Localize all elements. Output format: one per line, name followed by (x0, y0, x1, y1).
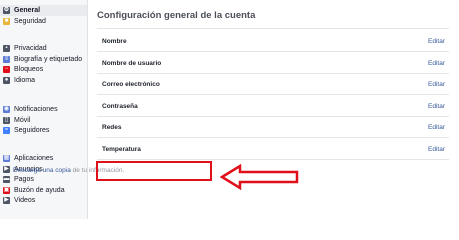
help-inbox-icon: ▣ (3, 186, 10, 194)
gear-icon: ⚙ (3, 7, 10, 14)
sidebar-item-general[interactable]: ⚙ General (0, 5, 87, 16)
sidebar-item-pagos[interactable]: ▬ Pagos (3, 174, 34, 185)
payments-icon: ▬ (3, 176, 10, 183)
sidebar-item-label: Buzón de ayuda (14, 186, 65, 194)
download-copy-link[interactable]: Descarga una copia (13, 167, 71, 174)
sidebar-item-label: Biografía y etiquetado (14, 55, 83, 63)
edit-link[interactable]: Editar (428, 38, 445, 45)
settings-row-label: Redes (102, 124, 122, 131)
arrow-annotation (220, 164, 299, 190)
settings-row: Contraseña Editar (97, 95, 449, 117)
language-icon: ● (3, 76, 10, 84)
rss-icon: ≈ (3, 127, 10, 134)
mobile-icon: ▯ (3, 116, 10, 124)
settings-row: Redes Editar (97, 116, 449, 138)
settings-sidebar: ⚙ General ■ Seguridad ▪ Privacidad ≡ Biografía … (0, 0, 88, 219)
title-divider (97, 28, 449, 29)
settings-row-label: Nombre de usuario (102, 59, 162, 67)
edit-link[interactable]: Editar (428, 81, 445, 88)
settings-row-label: Temperatura (102, 145, 141, 153)
sidebar-item-label: Privacidad (14, 45, 47, 52)
settings-row-label: Contraseña (102, 102, 138, 110)
sidebar-item-label: Aplicaciones (14, 155, 54, 162)
settings-row: Nombre de usuario Editar (97, 52, 449, 74)
timeline-icon: ≡ (3, 55, 10, 63)
sidebar-item-label: Notificaciones (14, 106, 58, 113)
sidebar-item-biografía-y-etiquetado[interactable]: ≡ Biografía y etiquetado (3, 54, 82, 65)
sidebar-item-label: Idioma (14, 76, 36, 84)
sidebar-item-label: Seguidores (14, 127, 50, 134)
edit-link[interactable]: Editar (428, 146, 445, 153)
edit-link[interactable]: Editar (428, 60, 445, 67)
sidebar-item-buzón-de-ayuda[interactable]: ▣ Buzón de ayuda (3, 185, 65, 196)
sidebar-item-privacidad[interactable]: ▪ Privacidad (3, 43, 47, 54)
sidebar-item-label: Videos (14, 197, 36, 204)
settings-row-label: Nombre (102, 38, 127, 45)
lock-icon: ▪ (3, 45, 10, 52)
sidebar-item-label: Pagos (14, 176, 34, 183)
sidebar-item-videos[interactable]: ▶ Videos (3, 195, 35, 206)
page-title: Configuración general de la cuenta (97, 10, 256, 21)
settings-row: Temperatura Editar (97, 138, 449, 160)
sidebar-item-label: Móvil (14, 116, 31, 124)
block-icon: − (3, 66, 10, 73)
sidebar-item-label: General (14, 7, 41, 14)
edit-link[interactable]: Editar (428, 103, 445, 110)
settings-row-label: Correo electrónico (102, 81, 160, 88)
sidebar-item-label: Seguridad (14, 17, 46, 25)
sidebar-item-aplicaciones[interactable]: ▦ Aplicaciones (3, 153, 53, 164)
globe-icon: ◉ (3, 106, 10, 113)
edit-link[interactable]: Editar (428, 124, 445, 131)
shield-icon: ■ (3, 17, 10, 25)
highlight-box (96, 161, 212, 181)
sidebar-item-seguidores[interactable]: ≈ Seguidores (3, 125, 49, 136)
video-icon: ▶ (3, 197, 10, 204)
settings-row: Correo electrónico Editar (97, 73, 449, 95)
sidebar-item-idioma[interactable]: ● Idioma (3, 75, 35, 86)
sidebar-item-móvil[interactable]: ▯ Móvil (3, 115, 30, 126)
ads-icon: ▶ (3, 165, 10, 173)
sidebar-item-bloqueos[interactable]: − Bloqueos (3, 64, 43, 75)
sidebar-item-notificaciones[interactable]: ◉ Notificaciones (3, 104, 58, 115)
apps-icon: ▦ (3, 155, 10, 162)
sidebar-item-label: Bloqueos (14, 66, 44, 73)
settings-row: Nombre Editar (97, 30, 449, 52)
sidebar-item-seguridad[interactable]: ■ Seguridad (3, 16, 46, 27)
